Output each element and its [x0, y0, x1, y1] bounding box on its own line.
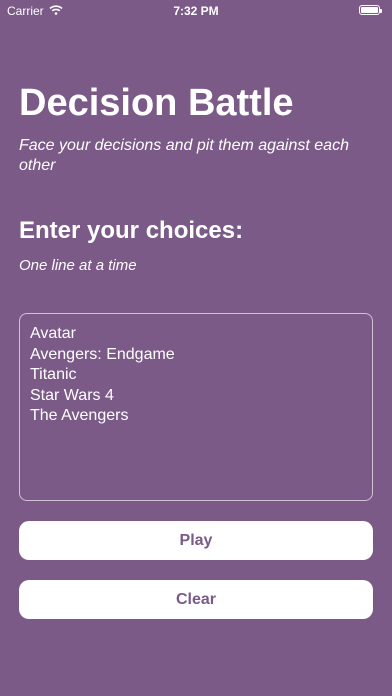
- choices-heading: Enter your choices:: [19, 217, 244, 244]
- choice-line: Star Wars 4: [30, 386, 114, 404]
- play-button[interactable]: Play: [19, 521, 373, 560]
- battery-fill: [361, 7, 378, 13]
- choice-line: The Avengers: [30, 407, 129, 424]
- choices-text-area[interactable]: Avatar Avengers: Endgame Titanic Star Wa…: [19, 313, 373, 501]
- choices-hint: One line at a time: [19, 257, 137, 274]
- choice-line: Avengers: Endgame: [30, 345, 175, 363]
- page-subtitle: Face your decisions and pit them against…: [19, 137, 349, 174]
- status-bar: Carrier 7:32 PM: [0, 0, 392, 22]
- page-title: Decision Battle: [19, 82, 294, 124]
- clear-button[interactable]: Clear: [19, 580, 373, 619]
- battery-icon: [359, 5, 382, 15]
- choice-line: Titanic: [30, 366, 77, 383]
- status-right: [359, 5, 382, 15]
- choice-line: Avatar: [30, 325, 76, 342]
- status-time: 7:32 PM: [173, 4, 219, 18]
